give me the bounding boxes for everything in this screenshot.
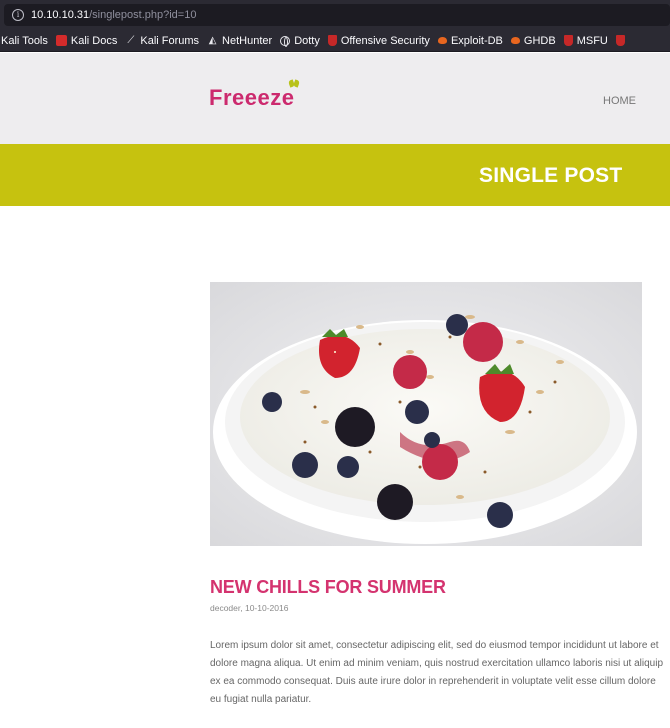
globe-icon [280, 35, 291, 47]
bookmark-exploit-db[interactable]: Exploit-DB [437, 34, 503, 47]
post-title[interactable]: NEW CHILLS FOR SUMMER [210, 577, 446, 598]
page-banner: SINGLE POST [0, 144, 670, 206]
yogurt-bowl-with-berries-image [210, 282, 642, 546]
bookmark-kali-tools[interactable]: Kali Tools [1, 35, 48, 47]
url-path: /singlepost.php?id=10 [89, 9, 197, 21]
bookmark-label: NetHunter [222, 34, 273, 47]
post-meta: decoder, 10-10-2016 [210, 603, 289, 613]
bookmark-overflow[interactable] [615, 35, 629, 46]
bookmark-label: MSFU [576, 34, 608, 47]
offsec-icon [327, 35, 337, 46]
url-host: 10.10.10.31 [31, 9, 90, 21]
address-field[interactable]: i 10.10.10.31/singlepost.php?id=10 [4, 4, 670, 26]
bookmark-offensive-security[interactable]: Offensive Security [327, 34, 430, 47]
site-logo[interactable]: Freeeze [209, 85, 294, 111]
bookmark-label: Dotty [294, 34, 320, 47]
nav-home-link[interactable]: HOME [603, 95, 636, 107]
bookmark-kali-forums[interactable]: ⟋ Kali Forums [125, 35, 199, 47]
site-header: Freeeze HOME [0, 53, 670, 144]
page-title: SINGLE POST [479, 164, 623, 187]
offsec-icon [563, 35, 573, 46]
bookmark-kali-docs[interactable]: Kali Docs [55, 34, 118, 47]
bookmark-label: Kali Forums [140, 34, 200, 47]
bookmark-label: Exploit-DB [450, 34, 503, 47]
sprout-icon [289, 80, 299, 88]
bookmark-nethunter[interactable]: ◭ NetHunter [207, 34, 273, 47]
bookmark-ghdb[interactable]: GHDB [510, 34, 556, 47]
post-body: Lorem ipsum dolor sit amet, consectetur … [210, 640, 664, 705]
bookmark-msfu[interactable]: MSFU [563, 34, 608, 47]
kali-docs-icon [55, 35, 67, 46]
bookmark-label: Kali Tools [1, 34, 48, 47]
exploitdb-icon [437, 37, 447, 44]
browser-url-bar: i 10.10.10.31/singlepost.php?id=10 [0, 0, 670, 30]
ghdb-icon [510, 37, 520, 44]
bookmark-label: Offensive Security [340, 34, 430, 47]
nethunter-icon: ◭ [208, 35, 217, 46]
info-icon[interactable]: i [12, 9, 24, 21]
bookmark-label: GHDB [523, 34, 556, 47]
bookmark-label: Kali Docs [70, 34, 118, 47]
dragon-icon: ⟋ [127, 35, 135, 46]
bookmark-dotty[interactable]: Dotty [280, 35, 320, 47]
offsec-icon [615, 35, 625, 46]
bookmarks-bar: Kali Tools Kali Docs ⟋ Kali Forums ◭ Net… [0, 30, 670, 52]
